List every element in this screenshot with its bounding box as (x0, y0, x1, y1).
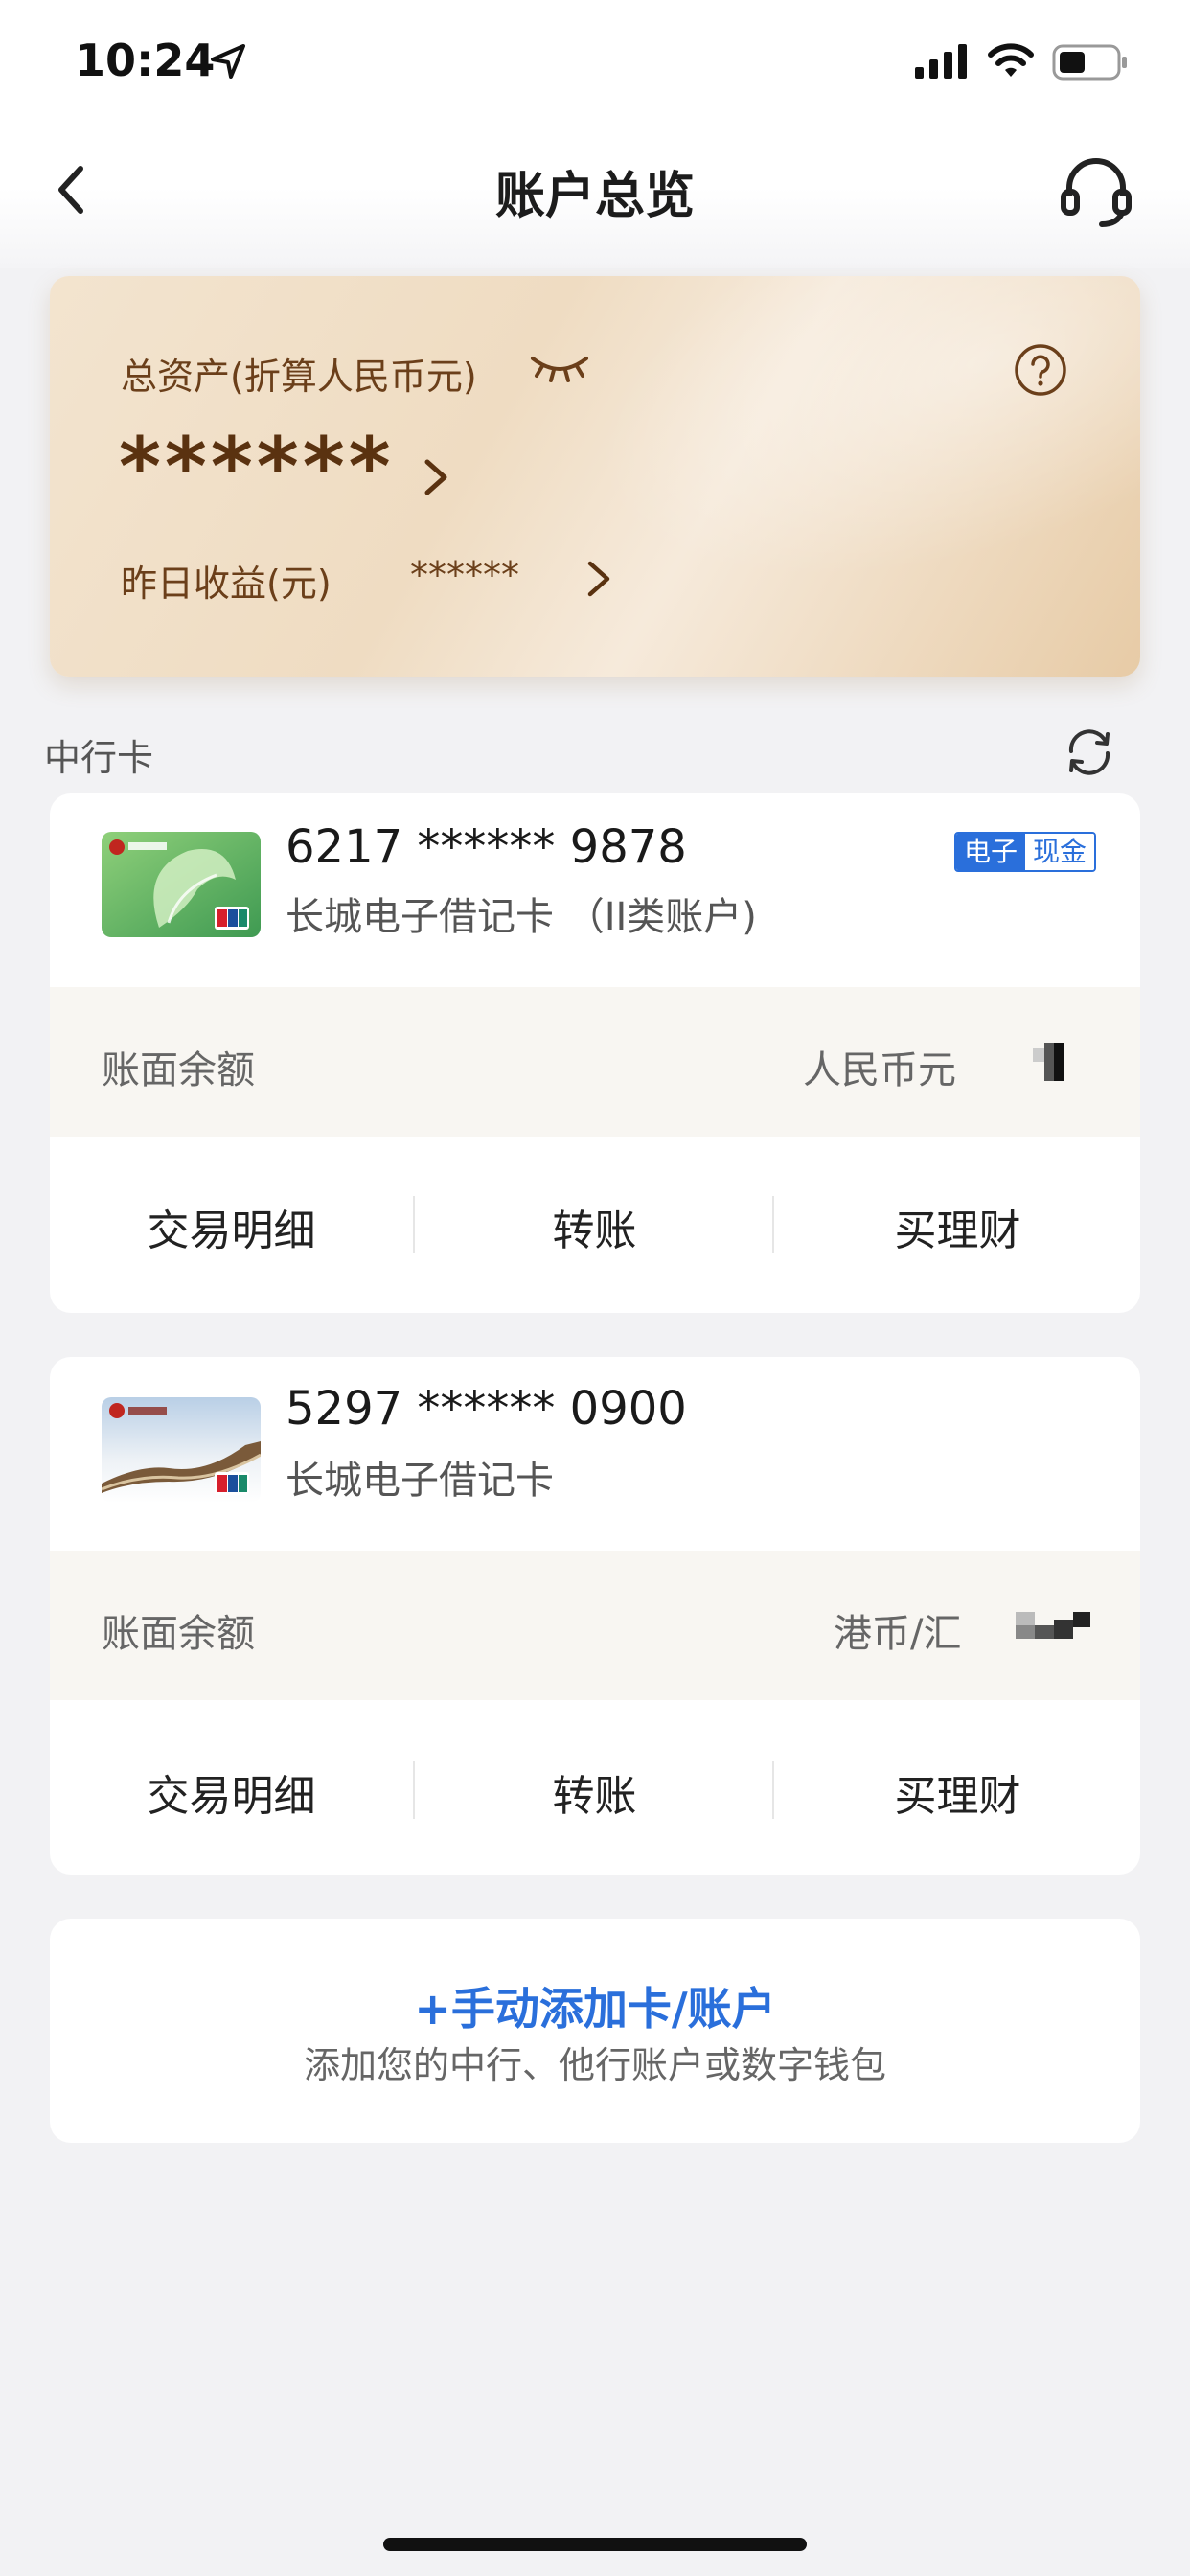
customer-service-headset-icon[interactable] (1058, 153, 1134, 230)
balance-row[interactable]: 账面余额 港币/汇 (50, 1551, 1140, 1700)
buy-wealth-product-button[interactable]: 买理财 (776, 1196, 1139, 1257)
card-sheen (507, 276, 1140, 677)
chevron-right-icon[interactable] (584, 558, 613, 600)
balance-currency: 人民币元 (803, 1048, 956, 1092)
refresh-icon[interactable] (1064, 726, 1115, 778)
divider (772, 1196, 774, 1254)
wifi-icon (988, 43, 1034, 77)
divider (772, 1761, 774, 1819)
e-cash-badge-right: 现金 (1025, 834, 1095, 870)
green-card-art (102, 832, 261, 937)
total-assets-label: 总资产(折算人民币元) (121, 356, 477, 398)
transaction-details-button[interactable]: 交易明细 (50, 1196, 413, 1257)
location-arrow-icon (211, 44, 245, 79)
masked-balance-pixels (1033, 1043, 1064, 1081)
transfer-button[interactable]: 转账 (413, 1761, 776, 1823)
status-time: 10:24 (75, 34, 216, 86)
chevron-right-icon[interactable] (422, 456, 450, 498)
balance-row[interactable]: 账面余额 人民币元 (50, 987, 1140, 1137)
add-account-link[interactable]: +手动添加卡/账户 (50, 1974, 1140, 2037)
card-type: 长城电子借记卡 (286, 1459, 554, 1503)
buy-wealth-product-button[interactable]: 买理财 (776, 1761, 1139, 1823)
section-title-boc-cards: 中行卡 (44, 737, 154, 779)
eye-closed-icon[interactable] (529, 351, 590, 383)
account-card[interactable]: 6217 ****** 9878 长城电子借记卡 （II类账户) 电子 现金 账… (50, 794, 1140, 1313)
e-cash-badge-left: 电子 (956, 834, 1026, 870)
card-image (102, 1397, 261, 1503)
yesterday-earnings-label: 昨日收益(元) (121, 563, 332, 605)
total-assets-card[interactable]: 总资产(折算人民币元) ****** 昨日收益(元) ****** (50, 276, 1140, 677)
card-image (102, 832, 261, 937)
balance-label: 账面余额 (102, 1612, 255, 1656)
total-assets-value: ****** (119, 420, 395, 514)
yesterday-earnings-value: ****** (410, 554, 519, 596)
card-type: 长城电子借记卡 （II类账户) (286, 895, 757, 939)
balance-currency: 港币/汇 (834, 1612, 962, 1656)
e-cash-badge: 电子 现金 (954, 832, 1097, 872)
add-account-subtitle: 添加您的中行、他行账户或数字钱包 (303, 2044, 886, 2086)
help-question-icon[interactable] (1014, 343, 1067, 397)
account-card[interactable]: 5297 ****** 0900 长城电子借记卡 账面余额 港币/汇 交易明细 … (50, 1357, 1140, 1874)
transaction-details-button[interactable]: 交易明细 (50, 1761, 413, 1823)
cellular-signal-icon (915, 44, 967, 79)
battery-icon (1052, 44, 1127, 80)
masked-balance-pixels (1016, 1612, 1090, 1639)
page-title: 账户总览 (494, 168, 695, 225)
great-wall-card-art (102, 1397, 261, 1503)
add-account-card[interactable]: +手动添加卡/账户 添加您的中行、他行账户或数字钱包 (50, 1919, 1140, 2143)
home-indicator[interactable] (383, 2538, 807, 2551)
card-number: 6217 ****** 9878 (286, 820, 687, 874)
transfer-button[interactable]: 转账 (413, 1196, 776, 1257)
card-number: 5297 ****** 0900 (286, 1382, 687, 1436)
balance-label: 账面余额 (102, 1048, 255, 1092)
